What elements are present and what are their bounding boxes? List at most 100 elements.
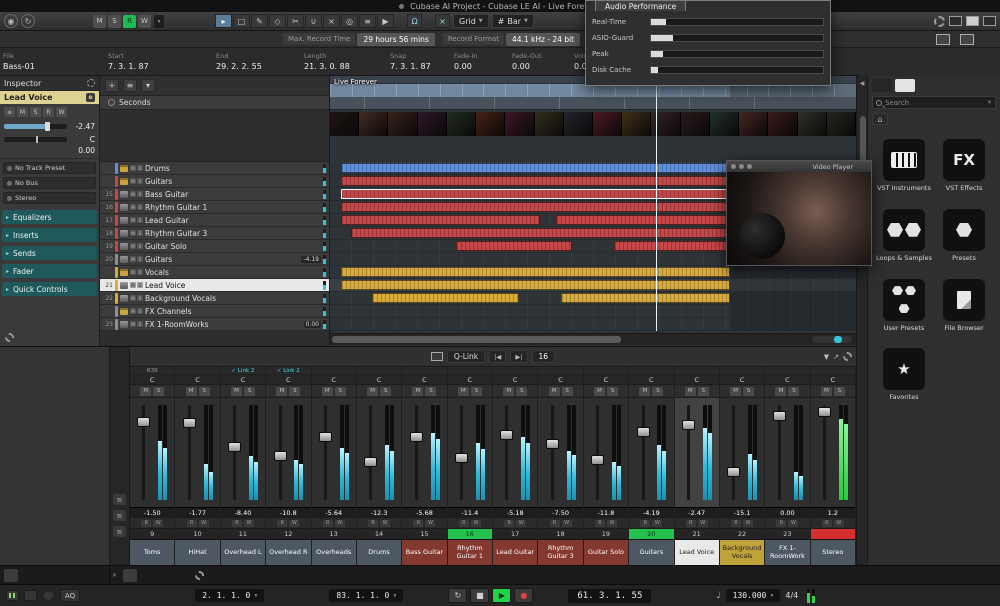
mixer-channel-strip[interactable]: C M S -5.64 R W 13 Overheads: [312, 367, 357, 565]
mixer-channel-strip[interactable]: C M S -4.19 R W 20 Guitars: [629, 367, 674, 565]
status-field-value[interactable]: 29 hours 56 mins: [357, 33, 434, 46]
info-field-value[interactable]: Bass-01: [3, 62, 108, 71]
info-field-value[interactable]: 21. 3. 0. 88: [304, 62, 390, 71]
channel-level-value[interactable]: -1.77: [175, 507, 219, 518]
ruler-track-seconds[interactable]: Seconds: [100, 96, 329, 110]
audio-activity-icon[interactable]: [6, 590, 19, 601]
track-lane[interactable]: [330, 318, 856, 331]
fader-handle[interactable]: [500, 430, 513, 440]
info-field-value[interactable]: 7. 3. 1. 87: [390, 62, 454, 71]
volume-slider-handle[interactable]: [45, 122, 50, 131]
channel-solo-button[interactable]: S: [425, 387, 436, 396]
fader-handle[interactable]: [546, 439, 559, 449]
channel-name[interactable]: Overheads: [312, 539, 356, 565]
pan-control[interactable]: C: [175, 375, 219, 385]
track-lane[interactable]: [330, 266, 856, 279]
track-solo-button[interactable]: S: [137, 282, 143, 288]
section-fader[interactable]: ▸ Fader: [2, 264, 97, 278]
track-mute-button[interactable]: M: [130, 191, 136, 197]
channel-fader-area[interactable]: [538, 398, 582, 507]
channel-level-value[interactable]: -2.47: [675, 507, 719, 518]
mixer-channel-strip[interactable]: C M S 1.2 R W Stereo: [811, 367, 856, 565]
pan-control[interactable]: C: [130, 375, 174, 385]
audio-performance-window-tab[interactable]: Audio Performance: [595, 0, 686, 11]
channel-name[interactable]: Toms: [130, 539, 174, 565]
channel-solo-button[interactable]: S: [380, 387, 391, 396]
track-solo-button[interactable]: S: [137, 269, 143, 275]
media-home-button[interactable]: ⌂: [872, 113, 888, 125]
video-track-event[interactable]: [330, 112, 856, 136]
tab-settings-gear-icon[interactable]: [195, 571, 204, 580]
erase-tool[interactable]: ◇: [269, 14, 286, 28]
channel-solo-button[interactable]: S: [652, 387, 663, 396]
write-automation-button[interactable]: W: [652, 520, 662, 527]
edit-channel-icon[interactable]: e: [86, 93, 95, 102]
mixer-channel-strip[interactable]: C M S -1.77 R W 10 HiHat: [175, 367, 220, 565]
channel-fader-area[interactable]: [493, 398, 537, 507]
channel-fader-area[interactable]: [584, 398, 628, 507]
split-tool[interactable]: ✂: [287, 14, 304, 28]
media-item-vst-instruments[interactable]: VST Instruments: [876, 139, 932, 193]
track-lane[interactable]: [330, 279, 856, 292]
draw-tool[interactable]: ✎: [251, 14, 268, 28]
track-name[interactable]: Rhythm Guitar 3: [145, 229, 321, 238]
channel-fader-area[interactable]: [675, 398, 719, 507]
channel-level-value[interactable]: -1.50: [130, 507, 174, 518]
channel-solo-button[interactable]: S: [471, 387, 482, 396]
fader-handle[interactable]: [682, 420, 695, 430]
track-row[interactable]: 23 MS FX 1-RoomWorks 0.00: [100, 318, 329, 331]
snap-icon[interactable]: Ω: [407, 14, 422, 28]
channel-level-value[interactable]: -5.18: [493, 507, 537, 518]
track-mute-button[interactable]: M: [130, 308, 136, 314]
inspector-settings-gear-icon[interactable]: [5, 333, 14, 342]
write-automation-button[interactable]: W: [425, 520, 435, 527]
read-automation-button[interactable]: R: [232, 520, 242, 527]
qlink-button[interactable]: Q-Link: [447, 350, 485, 363]
audio-event[interactable]: [341, 280, 730, 290]
channel-name[interactable]: Overhead L: [221, 539, 265, 565]
write-automation-button[interactable]: W: [834, 520, 844, 527]
pan-control[interactable]: C: [221, 375, 265, 385]
track-mute-button[interactable]: M: [130, 217, 136, 223]
media-rack-view-icon[interactable]: [936, 34, 950, 45]
close-window-icon[interactable]: [731, 164, 736, 169]
info-line-field[interactable]: Fade-Out 0.00: [512, 52, 574, 71]
open-mixconsole-window-icon[interactable]: ↗: [833, 353, 839, 361]
seconds-ruler[interactable]: [330, 97, 856, 110]
channel-mute-button[interactable]: M: [821, 387, 832, 396]
tab-track[interactable]: [4, 569, 18, 582]
track-solo-button[interactable]: S: [137, 321, 143, 327]
track-mute-button[interactable]: M: [130, 204, 136, 210]
project-activation-icon[interactable]: ◉: [4, 14, 18, 28]
channel-fader-area[interactable]: [130, 398, 174, 507]
channel-fader-area[interactable]: [720, 398, 764, 507]
read-automation-button[interactable]: R: [323, 520, 333, 527]
right-zone-toggle-icon[interactable]: [983, 16, 996, 26]
clear-search-icon[interactable]: ✕: [987, 99, 992, 106]
write-automation-button[interactable]: W: [244, 520, 254, 527]
fader-handle[interactable]: [183, 418, 196, 428]
tab-editor[interactable]: [139, 569, 153, 582]
read-automation-button[interactable]: R: [595, 520, 605, 527]
global-automation-button[interactable]: M: [93, 15, 106, 28]
object-selection-tool[interactable]: ▸: [215, 14, 232, 28]
stop-button[interactable]: ■: [470, 588, 489, 603]
track-row[interactable]: 20 MS Guitars -4.19: [100, 253, 329, 266]
track-row[interactable]: 16 MS Rhythm Guitar 1: [100, 201, 329, 214]
fader-handle[interactable]: [228, 442, 241, 452]
track-name[interactable]: Rhythm Guitar 1: [145, 203, 321, 212]
track-solo-button[interactable]: S: [137, 256, 143, 262]
channel-name[interactable]: HiHat: [175, 539, 219, 565]
channel-name[interactable]: Lead Guitar: [493, 539, 537, 565]
mixer-channel-strip[interactable]: C M S -5.18 R W 17 Lead Guitar: [493, 367, 538, 565]
track-solo-button[interactable]: S: [137, 308, 143, 314]
write-automation-button[interactable]: W: [289, 520, 299, 527]
history-icon[interactable]: ↻: [21, 14, 35, 28]
track-list-icon[interactable]: ≡: [4, 107, 15, 117]
track-row[interactable]: 17 MS Lead Guitar: [100, 214, 329, 227]
channel-level-value[interactable]: 0.00: [765, 507, 809, 518]
mute-tool[interactable]: ×: [323, 14, 340, 28]
track-row[interactable]: MS Guitars: [100, 175, 329, 188]
track-row[interactable]: 15 MS Bass Guitar: [100, 188, 329, 201]
zoom-window-icon[interactable]: [747, 164, 752, 169]
